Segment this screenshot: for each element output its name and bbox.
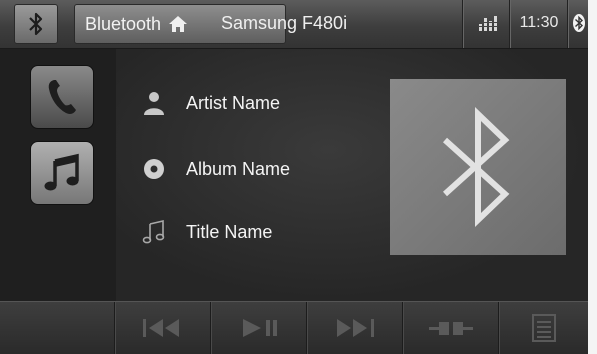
next-track-icon bbox=[337, 319, 374, 337]
divider bbox=[462, 0, 463, 48]
next-track-button[interactable] bbox=[306, 302, 403, 354]
music-mode-button[interactable] bbox=[30, 141, 94, 205]
bluetooth-logo-icon bbox=[442, 106, 510, 228]
play-pause-button[interactable] bbox=[210, 302, 307, 354]
source-label: Bluetooth bbox=[85, 13, 162, 34]
previous-track-button[interactable] bbox=[114, 302, 211, 354]
artist-name: Artist Name bbox=[186, 92, 281, 113]
artist-row: Artist Name bbox=[138, 88, 280, 118]
bluetooth-icon bbox=[29, 12, 43, 36]
play-pause-icon bbox=[243, 319, 277, 337]
mode-column bbox=[0, 49, 116, 301]
title-row: Title Name bbox=[138, 217, 272, 247]
head-unit-screen: Bluetooth Samsung F480i 11:30 Artist Nam… bbox=[0, 0, 588, 354]
status-bar: Bluetooth Samsung F480i 11:30 bbox=[0, 0, 588, 49]
clock: 11:30 bbox=[519, 14, 559, 31]
album-artwork bbox=[390, 79, 566, 255]
divider bbox=[567, 0, 568, 48]
empty-slot bbox=[0, 302, 114, 354]
device-name: Samsung F480i bbox=[221, 13, 348, 33]
music-note-icon bbox=[44, 153, 79, 191]
equalizer-button[interactable] bbox=[468, 4, 508, 42]
bluetooth-status bbox=[570, 4, 588, 42]
album-row: Album Name bbox=[138, 154, 290, 184]
equalizer-icon bbox=[478, 16, 498, 31]
title-name: Title Name bbox=[186, 221, 273, 242]
music-note-icon bbox=[142, 220, 165, 244]
menu-icon bbox=[532, 314, 556, 342]
phone-mode-button[interactable] bbox=[30, 65, 94, 129]
connection-icon bbox=[429, 322, 473, 335]
disc-icon bbox=[144, 159, 164, 179]
phone-icon bbox=[48, 80, 76, 114]
album-name: Album Name bbox=[186, 158, 291, 179]
menu-button[interactable] bbox=[498, 302, 589, 354]
bluetooth-status-icon bbox=[573, 14, 585, 32]
previous-track-icon bbox=[143, 319, 179, 337]
divider bbox=[509, 0, 510, 48]
person-icon bbox=[144, 92, 164, 115]
connection-button[interactable] bbox=[402, 302, 499, 354]
bluetooth-menu-button[interactable] bbox=[14, 4, 58, 44]
playback-controls bbox=[0, 301, 588, 354]
track-info-panel: Artist Name Album Name Title Name bbox=[116, 49, 588, 301]
home-icon bbox=[169, 16, 188, 32]
